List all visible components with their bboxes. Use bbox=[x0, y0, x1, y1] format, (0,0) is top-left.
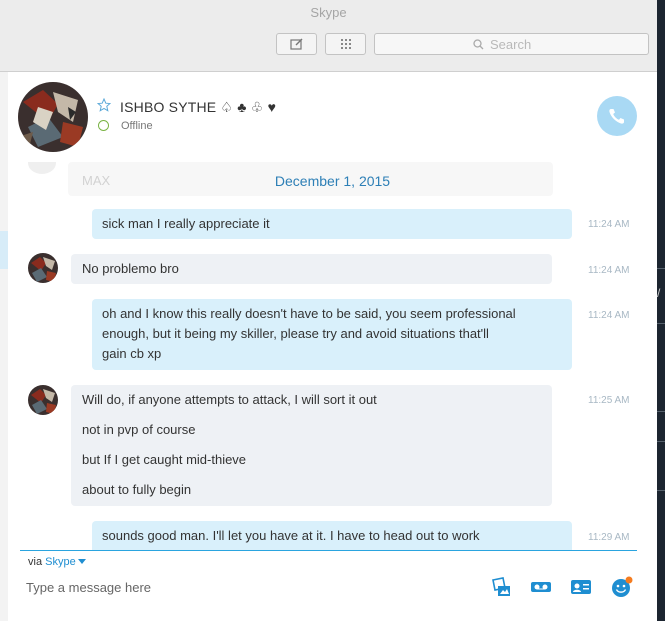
message-text: enough, but it being my skiller, please … bbox=[102, 326, 489, 341]
conversation-header: ISHBO SYTHE ♤ ♣ ♧ ♥ Offline bbox=[8, 72, 657, 162]
incoming-message-bubble[interactable]: No problemo bro bbox=[71, 254, 552, 284]
message-timestamp: 11:29 AM bbox=[588, 532, 630, 543]
dialpad-button[interactable] bbox=[325, 33, 366, 55]
message-timestamp: 11:24 AM bbox=[588, 310, 630, 321]
chevron-down-icon[interactable] bbox=[77, 559, 86, 564]
date-separator: December 1, 2015 bbox=[274, 173, 391, 189]
video-message-icon[interactable] bbox=[530, 579, 552, 595]
via-label: via bbox=[28, 556, 43, 568]
dialpad-icon bbox=[340, 39, 351, 49]
outgoing-message-bubble[interactable]: sick man I really appreciate it bbox=[92, 209, 572, 239]
favorite-star-icon[interactable] bbox=[97, 98, 111, 112]
background-divider bbox=[657, 490, 665, 491]
send-contact-icon[interactable] bbox=[570, 578, 592, 596]
message-timestamp: 11:24 AM bbox=[588, 219, 630, 230]
message-timestamp: 11:24 AM bbox=[588, 265, 630, 276]
sidebar-edge bbox=[0, 72, 8, 621]
send-image-icon[interactable] bbox=[490, 576, 512, 598]
message-text: about to fully begin bbox=[82, 482, 192, 497]
message-text: not in pvp of course bbox=[82, 422, 196, 437]
phone-icon bbox=[609, 109, 624, 124]
contact-name: ISHBO SYTHE ♤ ♣ ♧ ♥ bbox=[120, 99, 277, 115]
background-divider bbox=[657, 411, 665, 412]
background-divider bbox=[657, 441, 665, 442]
skype-window: Skype ISHBO SYTHE ♤ ♣ ♧ bbox=[0, 0, 657, 621]
search-box[interactable] bbox=[374, 33, 649, 55]
incoming-message-bubble[interactable]: Will do, if anyone attempts to attack, I… bbox=[71, 385, 552, 506]
message-input[interactable] bbox=[26, 576, 466, 598]
outgoing-message-bubble[interactable]: sounds good man. I'll let you have at it… bbox=[92, 521, 572, 550]
message-text: but If I get caught mid-thieve bbox=[82, 452, 247, 467]
contact-status: Offline bbox=[121, 120, 153, 132]
background-divider bbox=[657, 323, 665, 324]
window-title: Skype bbox=[310, 5, 347, 20]
message-text: No problemo bro bbox=[82, 261, 179, 276]
title-bar: Skype bbox=[0, 0, 657, 72]
status-indicator-icon bbox=[98, 120, 109, 131]
compose-icon bbox=[289, 38, 302, 50]
message-timestamp: 11:25 AM bbox=[588, 395, 630, 406]
call-button[interactable] bbox=[597, 96, 637, 136]
outgoing-message-bubble[interactable]: oh and I know this really doesn't have t… bbox=[92, 299, 572, 370]
background-text: / bbox=[657, 286, 661, 300]
compose-button[interactable] bbox=[276, 33, 317, 55]
background-window-edge bbox=[657, 0, 665, 621]
message-text: sounds good man. I'll let you have at it… bbox=[102, 528, 480, 543]
message-text: gain cb xp bbox=[102, 346, 162, 361]
message-history[interactable]: MAX December 1, 2015 sick man I really a… bbox=[8, 162, 657, 550]
composer-divider bbox=[20, 550, 637, 551]
emoticon-icon[interactable] bbox=[610, 575, 634, 599]
background-divider bbox=[657, 268, 665, 269]
sender-avatar[interactable] bbox=[28, 253, 58, 283]
message-text: oh and I know this really doesn't have t… bbox=[102, 306, 516, 321]
sender-avatar[interactable] bbox=[28, 385, 58, 415]
message-text: Will do, if anyone attempts to attack, I… bbox=[82, 392, 377, 407]
sidebar-selected-marker bbox=[0, 231, 8, 269]
via-service-link[interactable]: Skype bbox=[45, 556, 76, 568]
message-text: sick man I really appreciate it bbox=[102, 216, 270, 231]
search-input[interactable] bbox=[375, 34, 648, 54]
contact-avatar[interactable] bbox=[18, 82, 88, 152]
via-selector[interactable]: via Skype bbox=[28, 556, 86, 568]
